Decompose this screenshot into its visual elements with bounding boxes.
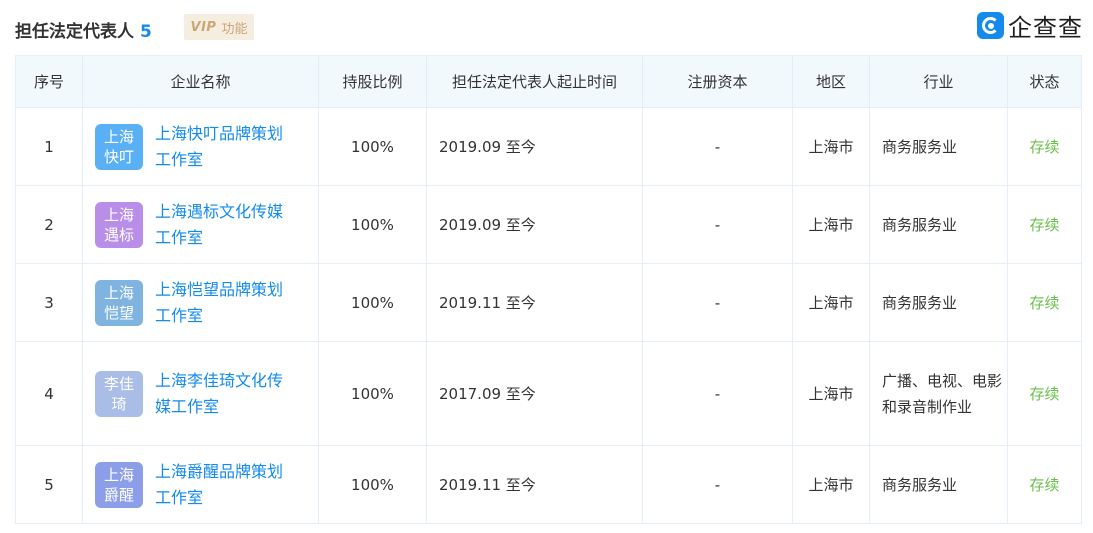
share-ratio: 100% [318,445,427,524]
status-badge: 存续 [1007,107,1082,186]
section-title-text: 担任法定代表人 [15,22,134,42]
registered-capital: - [642,341,793,446]
company-logo[interactable]: 上海快叮 [95,123,143,170]
vip-label: VIP [190,19,217,35]
company-logo[interactable]: 上海遇标 [95,201,143,248]
qcc-logo-icon [977,11,1004,39]
company-name-link[interactable]: 上海恺望品牌策划工作室 [155,277,295,329]
table-row: 4 李佳琦 上海李佳琦文化传媒工作室 100% 2017.09 至今 - 上海市… [15,341,1082,446]
company-logo[interactable]: 上海恺望 [95,279,143,326]
vip-feature-label: 功能 [221,21,248,37]
col-header-company: 企业名称 [82,55,319,108]
region: 上海市 [792,107,870,186]
col-header-period: 担任法定代表人起止时间 [426,55,643,108]
company-name-link[interactable]: 上海李佳琦文化传媒工作室 [155,368,295,420]
industry: 商务服务业 [869,107,1008,186]
row-index: 1 [15,107,83,186]
brand-logo[interactable]: 企查查 [977,10,1083,42]
status-badge: 存续 [1007,263,1082,342]
region: 上海市 [792,185,870,264]
rep-period: 2019.09 至今 [426,185,643,264]
col-header-capital: 注册资本 [642,55,793,108]
rep-period: 2017.09 至今 [426,341,643,446]
industry: 商务服务业 [869,445,1008,524]
status-badge: 存续 [1007,341,1082,446]
industry: 广播、电视、电影和录音制作业 [869,341,1008,446]
col-header-region: 地区 [792,55,870,108]
col-header-status: 状态 [1007,55,1082,108]
col-header-share: 持股比例 [318,55,427,108]
company-name-link[interactable]: 上海快叮品牌策划工作室 [155,121,295,173]
company-cell: 上海爵醒 上海爵醒品牌策划工作室 [82,445,319,524]
table-header-row: 序号 企业名称 持股比例 担任法定代表人起止时间 注册资本 地区 行业 状态 [15,55,1082,108]
section-header: 担任法定代表人 5 VIP 功能 企查查 [15,10,1085,46]
legal-rep-table: 序号 企业名称 持股比例 担任法定代表人起止时间 注册资本 地区 行业 状态 1… [15,55,1082,524]
col-header-industry: 行业 [869,55,1008,108]
region: 上海市 [792,445,870,524]
section-count: 5 [140,22,152,42]
table-row: 2 上海遇标 上海遇标文化传媒工作室 100% 2019.09 至今 - 上海市… [15,185,1082,264]
registered-capital: - [642,445,793,524]
registered-capital: - [642,107,793,186]
industry: 商务服务业 [869,263,1008,342]
status-badge: 存续 [1007,445,1082,524]
company-name-link[interactable]: 上海遇标文化传媒工作室 [155,199,295,251]
share-ratio: 100% [318,185,427,264]
col-header-index: 序号 [15,55,83,108]
status-badge: 存续 [1007,185,1082,264]
registered-capital: - [642,185,793,264]
company-cell: 李佳琦 上海李佳琦文化传媒工作室 [82,341,319,446]
rep-period: 2019.09 至今 [426,107,643,186]
region: 上海市 [792,263,870,342]
table-row: 3 上海恺望 上海恺望品牌策划工作室 100% 2019.11 至今 - 上海市… [15,263,1082,342]
region: 上海市 [792,341,870,446]
company-logo[interactable]: 上海爵醒 [95,461,143,508]
rep-period: 2019.11 至今 [426,263,643,342]
row-index: 2 [15,185,83,264]
row-index: 3 [15,263,83,342]
company-name-link[interactable]: 上海爵醒品牌策划工作室 [155,459,295,511]
brand-name: 企查查 [1008,13,1083,42]
vip-feature-badge[interactable]: VIP 功能 [184,14,254,40]
table-row: 1 上海快叮 上海快叮品牌策划工作室 100% 2019.09 至今 - 上海市… [15,107,1082,186]
industry: 商务服务业 [869,185,1008,264]
share-ratio: 100% [318,263,427,342]
row-index: 4 [15,341,83,446]
section-title: 担任法定代表人 5 [15,17,152,42]
company-logo[interactable]: 李佳琦 [95,370,143,417]
company-cell: 上海遇标 上海遇标文化传媒工作室 [82,185,319,264]
share-ratio: 100% [318,107,427,186]
company-cell: 上海恺望 上海恺望品牌策划工作室 [82,263,319,342]
table-row: 5 上海爵醒 上海爵醒品牌策划工作室 100% 2019.11 至今 - 上海市… [15,445,1082,524]
row-index: 5 [15,445,83,524]
registered-capital: - [642,263,793,342]
company-cell: 上海快叮 上海快叮品牌策划工作室 [82,107,319,186]
rep-period: 2019.11 至今 [426,445,643,524]
share-ratio: 100% [318,341,427,446]
